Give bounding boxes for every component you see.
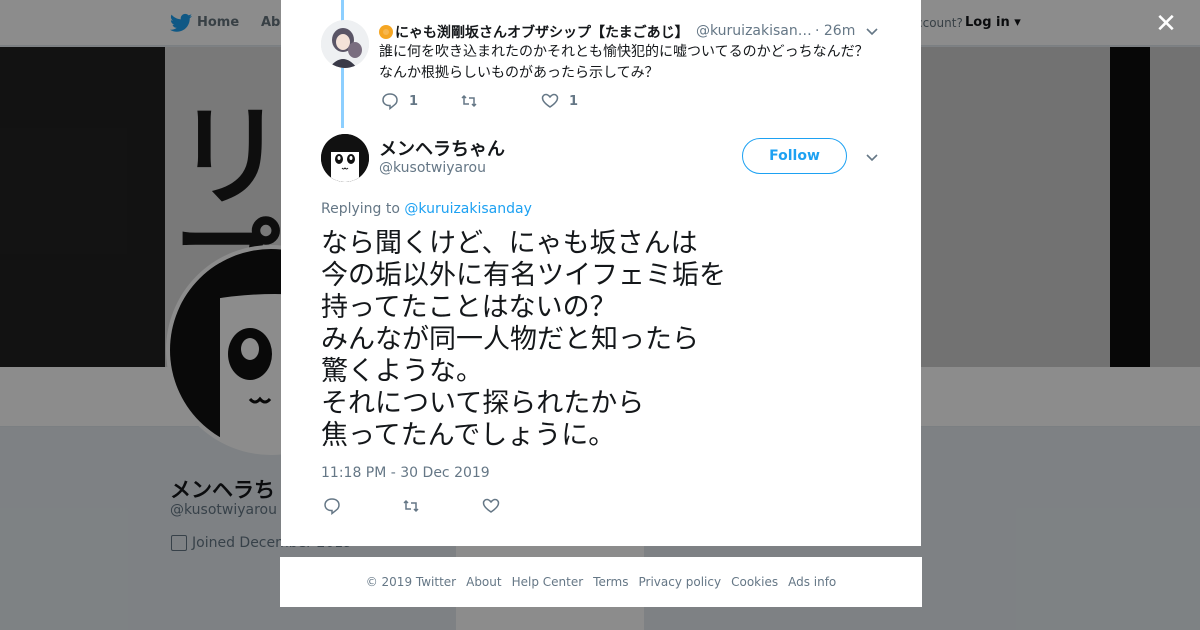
egg-emoji-icon: [379, 25, 393, 39]
footer-link-terms[interactable]: Terms: [593, 575, 628, 589]
reply-action[interactable]: 1: [381, 92, 418, 110]
author-handle[interactable]: @kusotwiyarou: [379, 160, 486, 176]
retweet-action[interactable]: [460, 92, 478, 110]
replying-to-link[interactable]: @kuruizakisanday: [404, 201, 532, 217]
like-action[interactable]: 1: [541, 92, 578, 110]
parent-avatar[interactable]: [321, 20, 369, 68]
heart-icon: [482, 498, 500, 513]
close-icon[interactable]: ✕: [1154, 11, 1178, 37]
footer-link-help-center[interactable]: Help Center: [512, 575, 584, 589]
retweet-icon: [461, 94, 477, 108]
tweet-timestamp[interactable]: 11:18 PM - 30 Dec 2019: [321, 465, 490, 481]
chevron-down-icon[interactable]: [866, 151, 878, 163]
like-action[interactable]: [482, 497, 500, 515]
follow-button[interactable]: Follow: [742, 138, 847, 174]
tweet-text: なら聞くけど、にゃも坂さんは 今の垢以外に有名ツイフェミ垢を 持ってたことはない…: [321, 228, 726, 451]
heart-icon: [541, 93, 559, 108]
parent-timestamp[interactable]: · 26m: [815, 23, 855, 39]
footer-link-ads-info[interactable]: Ads info: [788, 575, 836, 589]
reply-action[interactable]: [323, 497, 341, 515]
parent-handle[interactable]: @kuruizakisan…: [696, 23, 812, 39]
parent-tweet-text: 誰に何を吹き込まれたのかそれとも愉快犯的に嘘ついてるのかどっちなんだ？ なんか根…: [379, 44, 869, 81]
tweet-modal: にゃも渕剛坂さんオブザシップ【たまごあじ】 @kuruizakisan… · 2…: [281, 0, 921, 546]
reply-icon: [382, 93, 398, 110]
retweet-icon: [403, 499, 419, 513]
reply-icon: [324, 498, 340, 515]
author-display-name[interactable]: メンヘラちゃん: [379, 135, 505, 161]
retweet-action[interactable]: [402, 497, 420, 515]
footer: © 2019 Twitter About Help Center Terms P…: [280, 557, 922, 607]
footer-link-cookies[interactable]: Cookies: [731, 575, 778, 589]
replying-to: Replying to @kuruizakisanday: [321, 201, 532, 217]
footer-link-privacy[interactable]: Privacy policy: [639, 575, 722, 589]
parent-display-name[interactable]: にゃも渕剛坂さんオブザシップ【たまごあじ】: [379, 22, 689, 42]
chevron-down-icon[interactable]: [866, 25, 878, 37]
footer-link-about[interactable]: About: [466, 575, 501, 589]
copyright-text: © 2019 Twitter: [365, 575, 457, 589]
author-avatar[interactable]: [321, 134, 369, 182]
